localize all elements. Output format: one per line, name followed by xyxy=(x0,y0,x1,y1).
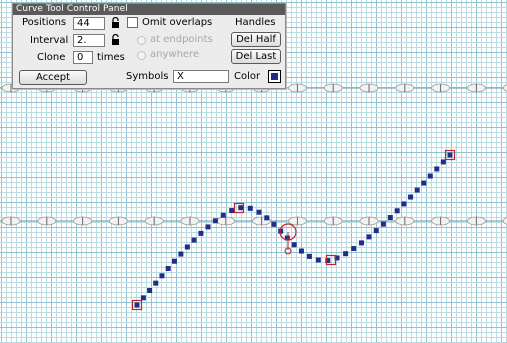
tick-marker xyxy=(431,83,451,93)
tick-marker xyxy=(109,216,128,226)
curve-point[interactable] xyxy=(394,208,400,214)
curve-point[interactable] xyxy=(380,221,386,227)
curve-point[interactable] xyxy=(205,224,211,230)
symbols-input[interactable]: X xyxy=(173,70,229,83)
curve-point[interactable] xyxy=(414,187,420,193)
interval-input[interactable]: 2. xyxy=(73,34,105,47)
curve-point[interactable] xyxy=(147,288,153,294)
at-endpoints-label: at endpoints xyxy=(150,34,213,45)
tick-marker xyxy=(1,216,21,226)
times-label: times xyxy=(97,52,125,63)
color-swatch-fill xyxy=(271,73,278,80)
tick-marker xyxy=(323,216,343,226)
lock-icon[interactable] xyxy=(111,16,120,29)
tick-marker xyxy=(466,216,486,226)
tick-marker xyxy=(287,83,307,93)
curve-point[interactable] xyxy=(366,234,372,240)
clone-label: Clone xyxy=(37,52,66,63)
interval-label: Interval xyxy=(30,35,69,46)
curve-point[interactable] xyxy=(434,166,440,172)
curve-point[interactable] xyxy=(298,248,304,254)
tick-marker xyxy=(466,83,486,93)
curve-point[interactable] xyxy=(171,258,177,264)
curve-point[interactable] xyxy=(184,244,190,250)
tick-marker xyxy=(431,216,451,226)
curve-point[interactable] xyxy=(140,295,146,301)
color-label: Color xyxy=(234,71,261,82)
curve-point[interactable] xyxy=(358,240,364,246)
curve-point[interactable] xyxy=(427,173,433,179)
tick-marker xyxy=(395,83,415,93)
curve-point[interactable] xyxy=(401,201,407,207)
curve-point[interactable] xyxy=(256,209,262,215)
curve-point[interactable] xyxy=(447,152,453,158)
positions-label: Positions xyxy=(22,17,67,28)
curve-point[interactable] xyxy=(159,273,165,279)
curve-point[interactable] xyxy=(153,280,159,286)
curve-point[interactable] xyxy=(247,205,253,211)
del-last-button[interactable]: Del Last xyxy=(231,49,281,64)
anywhere-label: anywhere xyxy=(150,49,200,60)
tick-marker xyxy=(359,216,379,226)
handles-label: Handles xyxy=(235,17,276,28)
anywhere-radio[interactable] xyxy=(137,51,146,60)
curve-point[interactable] xyxy=(421,180,427,186)
curve-point[interactable] xyxy=(178,251,184,257)
curve-point[interactable] xyxy=(387,215,393,221)
tick-marker xyxy=(395,216,415,226)
curve-point[interactable] xyxy=(408,194,414,200)
curve-point[interactable] xyxy=(291,242,297,248)
clone-input[interactable]: 0 xyxy=(73,51,93,64)
tick-marker xyxy=(37,216,57,226)
positions-input[interactable]: 44 xyxy=(73,17,105,30)
panel-title[interactable]: Curve Tool Control Panel xyxy=(13,4,285,15)
curve-point[interactable] xyxy=(440,159,446,165)
curve-point[interactable] xyxy=(271,221,277,227)
del-half-button[interactable]: Del Half xyxy=(231,32,281,47)
curve-point[interactable] xyxy=(229,208,235,214)
curve-point[interactable] xyxy=(351,246,357,252)
omit-overlaps-label: Omit overlaps xyxy=(142,17,213,28)
curve-point[interactable] xyxy=(306,253,312,259)
curve-point[interactable] xyxy=(191,237,197,243)
curve-point[interactable] xyxy=(264,215,270,221)
tick-marker xyxy=(287,216,307,226)
symbols-label: Symbols xyxy=(126,71,169,82)
curve-point[interactable] xyxy=(198,230,204,236)
curve-point[interactable] xyxy=(343,251,349,257)
curve-point[interactable] xyxy=(134,302,140,308)
omit-overlaps-checkbox[interactable] xyxy=(127,17,138,28)
curve-point[interactable] xyxy=(165,265,171,271)
tick-marker xyxy=(144,216,164,226)
curve-point[interactable] xyxy=(212,218,218,224)
tick-marker xyxy=(216,216,236,226)
tick-marker xyxy=(180,216,200,226)
color-swatch[interactable] xyxy=(268,70,281,83)
at-endpoints-radio[interactable] xyxy=(137,36,146,45)
tick-marker xyxy=(323,83,343,93)
curve-point[interactable] xyxy=(238,205,244,211)
curve-point[interactable] xyxy=(220,212,226,218)
lock-icon[interactable] xyxy=(111,33,120,46)
curve-point[interactable] xyxy=(373,228,379,234)
accept-button[interactable]: Accept xyxy=(19,70,87,85)
tick-marker xyxy=(73,216,92,226)
curve-tool-control-panel: Curve Tool Control Panel Positions 44 Om… xyxy=(12,3,286,89)
curve-point[interactable] xyxy=(315,257,321,263)
tick-marker xyxy=(359,83,379,93)
